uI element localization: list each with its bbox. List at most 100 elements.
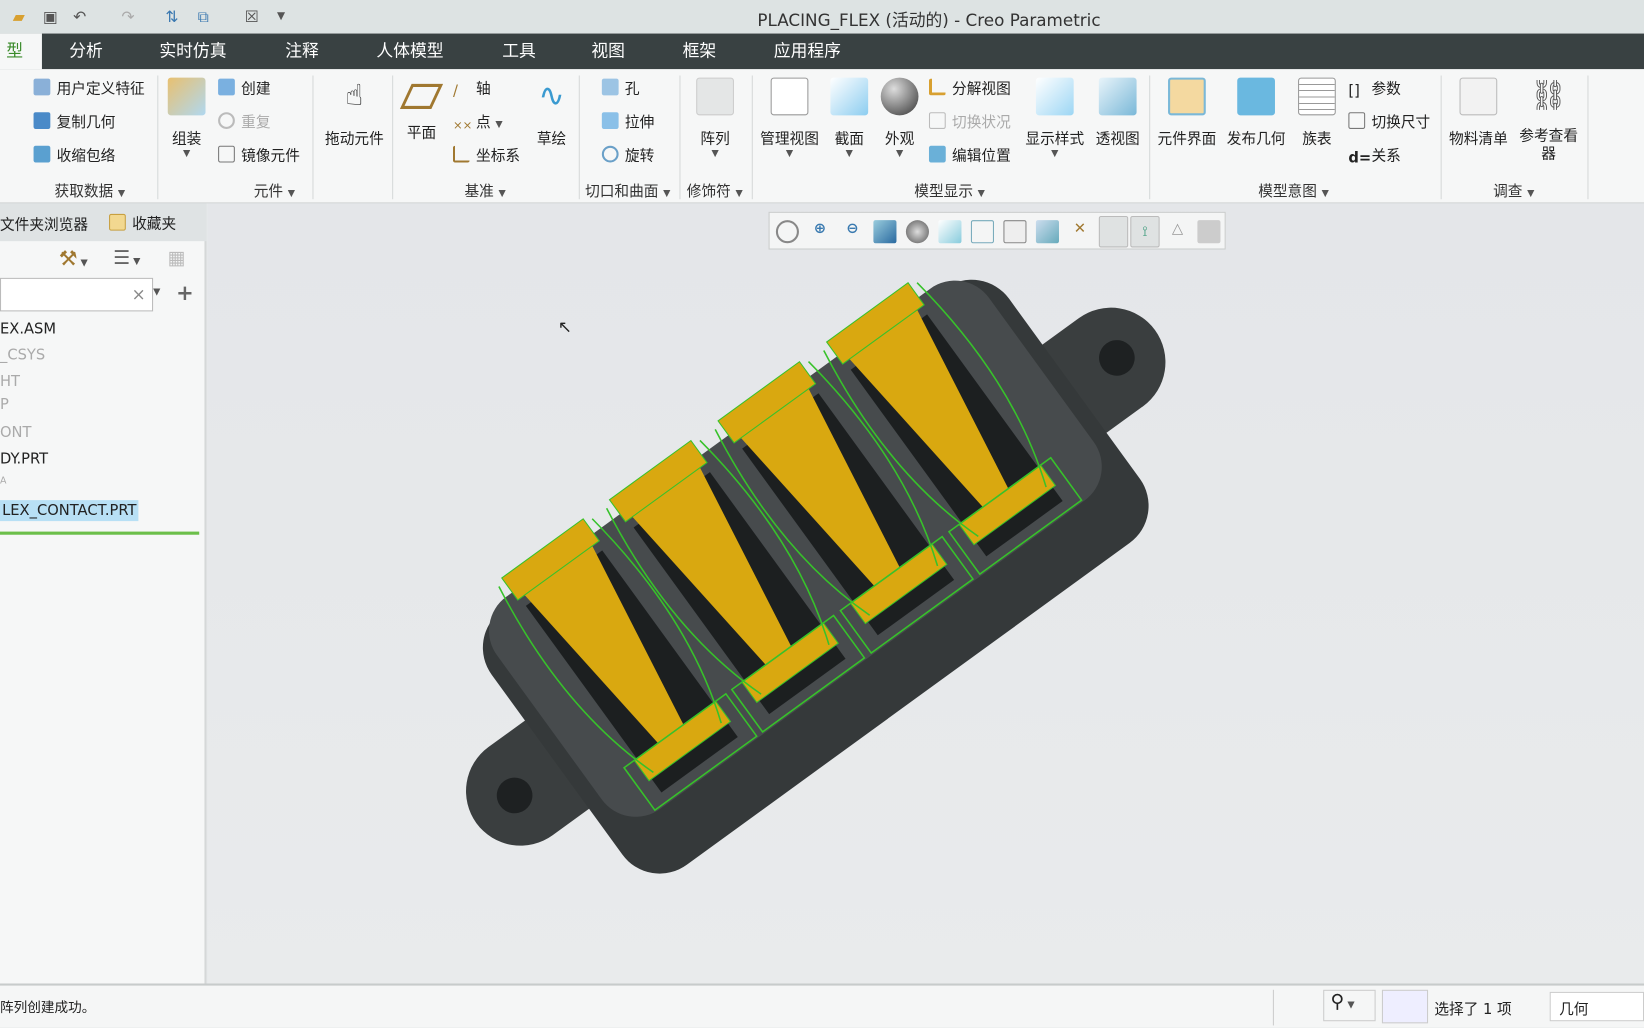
- graphics-window[interactable]: ⊕ ⊖ ✕ ⟟ △ ↖: [207, 203, 1644, 984]
- tree-item[interactable]: A: [0, 476, 6, 486]
- assemble-button[interactable]: 组装 ▼: [166, 77, 208, 159]
- parameters-button[interactable]: [] 参数: [1348, 78, 1400, 100]
- repeat-button[interactable]: 重复: [218, 111, 271, 132]
- settings-tools-icon[interactable]: ⚒ ▼: [59, 245, 88, 270]
- display-style-button[interactable]: 显示样式 ▼: [1023, 77, 1086, 159]
- extrude-button[interactable]: 拉伸: [601, 111, 655, 132]
- publish-geometry-button[interactable]: 发布几何: [1225, 77, 1288, 149]
- section-icon: [830, 77, 869, 116]
- axis-button[interactable]: / 轴: [453, 78, 491, 100]
- edit-position-label: 编辑位置: [952, 147, 1011, 165]
- group-label: 获取数据: [54, 183, 114, 201]
- udf-button[interactable]: 用户定义特征: [33, 78, 145, 99]
- tree-item[interactable]: _CSYS: [0, 347, 45, 364]
- toggle-status-icon: [928, 112, 946, 129]
- family-table-button[interactable]: 族表: [1296, 77, 1338, 149]
- hole-icon: [601, 78, 619, 96]
- display-style-label: 显示样式: [1025, 131, 1085, 148]
- tree-item-selected[interactable]: LEX_CONTACT.PRT: [0, 500, 139, 522]
- sketch-button[interactable]: ∿ 草绘: [531, 78, 573, 149]
- tab-analysis[interactable]: 分析: [63, 34, 109, 70]
- search-dropdown-icon[interactable]: ▼: [153, 287, 160, 297]
- tab-view[interactable]: 视图: [585, 34, 631, 70]
- hide-tree-icon[interactable]: ▦: [168, 247, 186, 269]
- reference-viewer-button[interactable]: ⛓ 参考查看器: [1516, 78, 1581, 164]
- point-button[interactable]: ×× 点 ▼: [453, 111, 503, 135]
- tree-search-input[interactable]: ×: [0, 277, 154, 312]
- section-label: 截面: [834, 131, 864, 148]
- add-icon[interactable]: +: [176, 280, 194, 305]
- group-datum[interactable]: 基准 ▼: [464, 180, 505, 201]
- sketch-icon: ∿: [538, 77, 565, 115]
- edit-position-button[interactable]: 编辑位置: [928, 145, 1011, 166]
- relations-button[interactable]: d=关系: [1348, 145, 1400, 167]
- tab-tools[interactable]: 工具: [496, 34, 542, 70]
- mirror-component-button[interactable]: 镜像元件: [218, 145, 300, 166]
- group-investigate[interactable]: 调查 ▼: [1493, 180, 1534, 201]
- separator: [679, 75, 681, 200]
- insert-indicator[interactable]: [0, 531, 200, 535]
- group-model-display[interactable]: 模型显示 ▼: [914, 180, 985, 201]
- hole-button[interactable]: 孔: [601, 78, 640, 99]
- mouse-cursor: ↖: [557, 316, 572, 337]
- tab-model[interactable]: 型: [0, 33, 42, 70]
- group-label: 调查: [1493, 183, 1523, 201]
- group-cut-surface[interactable]: 切口和曲面 ▼: [585, 180, 670, 201]
- plane-button[interactable]: 平面: [399, 78, 444, 143]
- separator: [1587, 75, 1589, 200]
- drag-components-button[interactable]: ☝ 拖动元件: [323, 78, 386, 149]
- explode-view-button[interactable]: 分解视图: [928, 78, 1011, 99]
- bom-icon: [1459, 77, 1498, 116]
- sketch-label: 草绘: [536, 131, 567, 148]
- show-list-icon[interactable]: ☰ ▼: [113, 247, 140, 269]
- switch-dimensions-button[interactable]: 切换尺寸: [1348, 111, 1430, 132]
- tab-annotate[interactable]: 注释: [279, 34, 325, 70]
- pattern-button[interactable]: 阵列 ▼: [694, 77, 736, 159]
- group-component[interactable]: 元件 ▼: [254, 180, 295, 201]
- tree-item[interactable]: ONT: [0, 425, 32, 442]
- separator: [392, 75, 394, 200]
- tab-framework[interactable]: 框架: [676, 34, 722, 70]
- toggle-status-label: 切换状况: [952, 114, 1011, 132]
- tab-applications[interactable]: 应用程序: [768, 34, 848, 70]
- bom-button[interactable]: 物料清单: [1447, 77, 1510, 149]
- tree-item[interactable]: P: [0, 396, 9, 413]
- group-modifiers[interactable]: 修饰符 ▼: [687, 180, 743, 201]
- tree-item[interactable]: EX.ASM: [0, 321, 56, 338]
- toggle-status-button[interactable]: 切换状况: [928, 111, 1011, 132]
- tab-manikin[interactable]: 人体模型: [370, 34, 450, 70]
- publish-geometry-label: 发布几何: [1226, 131, 1286, 148]
- copy-geometry-label: 复制几何: [56, 114, 116, 132]
- filter-select[interactable]: 几何: [1549, 991, 1644, 1022]
- model-canvas[interactable]: [208, 203, 1644, 983]
- find-button[interactable]: ⚲ ▼: [1323, 989, 1376, 1022]
- copy-geometry-button[interactable]: 复制几何: [33, 111, 116, 132]
- group-model-intent[interactable]: 模型意图 ▼: [1258, 180, 1329, 201]
- appearance-button[interactable]: 外观 ▼: [880, 77, 919, 159]
- perspective-button[interactable]: 透视图: [1093, 77, 1143, 149]
- tab-simulation[interactable]: 实时仿真: [153, 34, 233, 70]
- tree-item[interactable]: HT: [0, 373, 20, 390]
- bom-label: 物料清单: [1449, 131, 1508, 148]
- tree-item[interactable]: DY.PRT: [0, 451, 48, 468]
- separator: [312, 75, 314, 200]
- component-interface-button[interactable]: 元件界面: [1155, 77, 1218, 149]
- pattern-label: 阵列: [700, 131, 730, 148]
- create-button[interactable]: 创建: [218, 78, 271, 99]
- manage-views-button[interactable]: 管理视图 ▼: [759, 77, 820, 159]
- group-get-data[interactable]: 获取数据 ▼: [55, 180, 126, 201]
- tab-favorites[interactable]: 收藏夹: [109, 213, 176, 234]
- extrude-label: 拉伸: [624, 114, 655, 132]
- csys-button[interactable]: 坐标系: [452, 145, 520, 166]
- tab-folder-browser[interactable]: 文件夹浏览器: [0, 214, 88, 235]
- clear-search-icon[interactable]: ×: [132, 284, 146, 304]
- shrinkwrap-button[interactable]: 收缩包络: [33, 145, 115, 166]
- selection-filter-icon[interactable]: [1381, 989, 1429, 1024]
- revolve-button[interactable]: 旋转: [601, 145, 654, 166]
- point-icon: ××: [452, 118, 473, 133]
- placing-flex-assembly[interactable]: [369, 203, 1248, 950]
- pattern-icon: [696, 77, 734, 116]
- repeat-label: 重复: [241, 114, 271, 132]
- section-button[interactable]: 截面 ▼: [830, 77, 869, 159]
- group-label: 基准: [464, 183, 494, 201]
